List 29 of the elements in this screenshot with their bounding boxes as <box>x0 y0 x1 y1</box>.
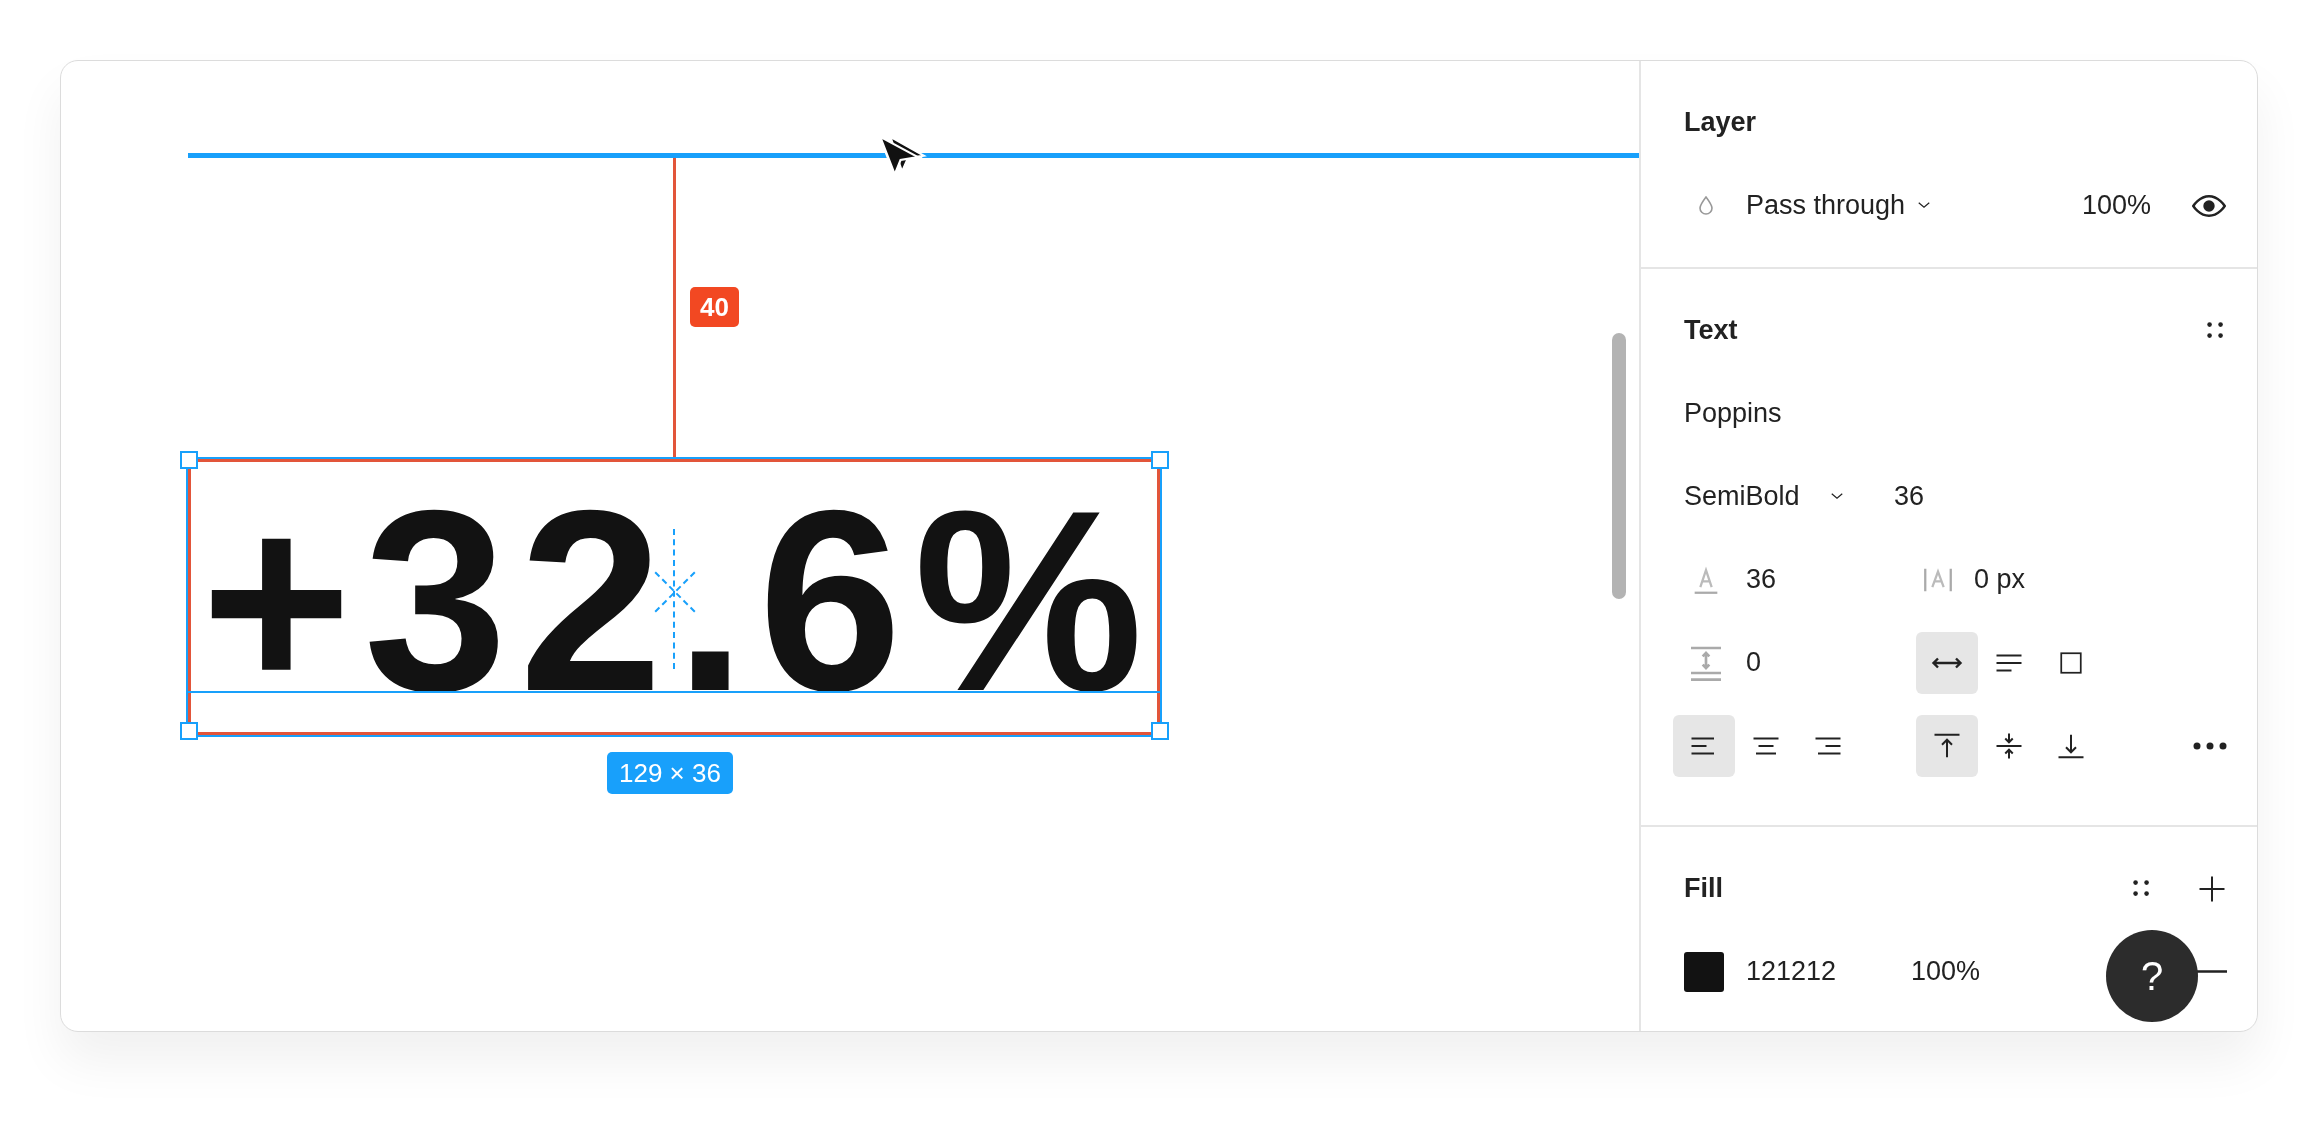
paragraph-spacing-field[interactable]: 0 <box>1746 647 1762 678</box>
spacing-label: 40 <box>690 287 739 327</box>
toggle-button[interactable] <box>1673 714 1735 777</box>
hex-field[interactable]: 121212 <box>1746 956 1911 987</box>
opacity-value[interactable]: 100% <box>2081 190 2151 221</box>
toggle-button[interactable] <box>1916 714 1978 777</box>
line-height-field[interactable]: 36 <box>1746 564 1777 595</box>
section-title: Layer <box>1684 107 1757 138</box>
resize-handle[interactable] <box>1151 722 1169 740</box>
more-icon <box>2193 740 2227 751</box>
font-weight-dropdown[interactable]: SemiBold <box>1684 481 1800 512</box>
resize-handle[interactable] <box>180 451 198 469</box>
scrollbar[interactable] <box>1612 333 1626 599</box>
fixed-size-icon <box>2058 649 2084 676</box>
blend-mode-dropdown[interactable]: Pass through <box>1746 190 1906 221</box>
size-label: 129 × 36 <box>607 752 733 794</box>
toggle-button[interactable] <box>1916 631 1978 694</box>
font-size-field[interactable]: 36 <box>1894 481 1925 512</box>
section-title: Text <box>1684 315 1738 346</box>
color-swatch[interactable] <box>1684 951 1724 992</box>
resize-handle[interactable] <box>1151 451 1169 469</box>
section-title: Fill <box>1684 873 1723 904</box>
letter-spacing-field[interactable]: 0 px <box>1974 564 2026 595</box>
font-family-field[interactable]: Poppins <box>1684 398 1782 429</box>
help-button[interactable]: ? <box>2106 930 2198 1022</box>
resize-handle[interactable] <box>180 722 198 740</box>
auto-width-icon <box>1931 656 1963 669</box>
minus-icon <box>2197 970 2227 973</box>
opacity-value[interactable]: 100% <box>1911 956 1981 987</box>
